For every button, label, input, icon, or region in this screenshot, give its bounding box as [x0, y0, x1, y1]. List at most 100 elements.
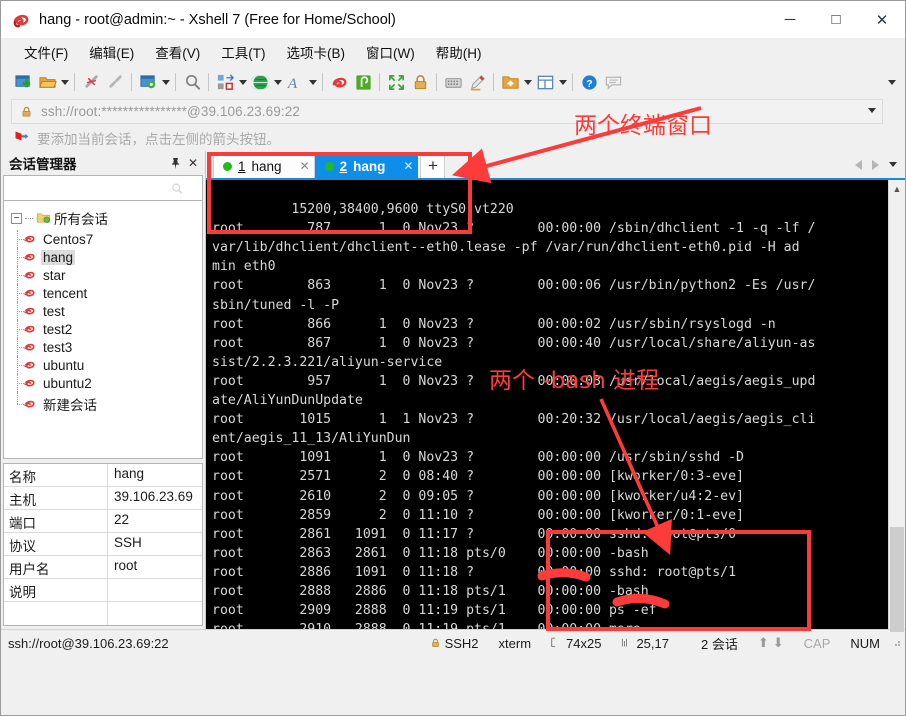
tab-session-2[interactable]: 2 hang ✕	[314, 153, 419, 178]
search-icon[interactable]	[180, 70, 204, 94]
property-key: 用户名	[4, 556, 108, 578]
session-item-test[interactable]: test	[4, 302, 202, 320]
session-item-Centos7[interactable]: Centos7	[4, 230, 202, 248]
file-transfer-icon[interactable]	[213, 70, 237, 94]
session-properties-icon[interactable]	[136, 70, 160, 94]
menu-view[interactable]: 查看(V)	[146, 38, 209, 66]
property-value[interactable]: root	[108, 556, 202, 578]
collapse-icon[interactable]: −	[11, 212, 22, 224]
toolbar-separator	[379, 73, 380, 91]
address-bar[interactable]: ssh://root:****************@39.106.23.69…	[11, 99, 883, 124]
font-icon[interactable]: A	[283, 70, 307, 94]
property-value[interactable]: 22	[108, 510, 202, 532]
lock-icon[interactable]	[408, 70, 432, 94]
toolbar-separator	[131, 73, 132, 91]
session-item-label: Centos7	[43, 231, 94, 247]
tree-root-all-sessions[interactable]: − 所有会话	[4, 206, 202, 230]
menu-file[interactable]: 文件(F)	[15, 38, 77, 66]
font-caret-icon[interactable]	[307, 70, 318, 94]
tab-scroll-left-icon[interactable]	[855, 159, 862, 170]
minimize-button[interactable]: ─	[767, 1, 813, 38]
tab-2-close-icon[interactable]: ✕	[403, 159, 413, 173]
menu-tabs[interactable]: 选项卡(B)	[278, 38, 355, 66]
pin-icon[interactable]	[167, 155, 183, 171]
arrow-up-icon: ⬆	[757, 635, 769, 650]
scrollbar-thumb[interactable]	[890, 527, 904, 632]
globe-caret-icon[interactable]	[272, 70, 283, 94]
toolbar-overflow-icon[interactable]	[885, 66, 899, 98]
connect-icon[interactable]	[103, 70, 127, 94]
terminal-scrollbar[interactable]: ▲ ▼	[888, 180, 905, 632]
resize-grip-icon[interactable]	[890, 636, 902, 651]
session-search-box[interactable]	[3, 175, 203, 201]
session-item-test3[interactable]: test3	[4, 338, 202, 356]
session-item-star[interactable]: star	[4, 266, 202, 284]
new-folder-caret-icon[interactable]	[522, 70, 533, 94]
property-value[interactable]	[108, 602, 202, 625]
property-value[interactable]	[108, 579, 202, 601]
maximize-button[interactable]: □	[813, 1, 859, 38]
property-value[interactable]: 39.106.23.69	[108, 487, 202, 509]
tab-1-label: hang	[251, 158, 282, 174]
xshell-icon[interactable]	[327, 70, 351, 94]
disconnect-icon[interactable]	[79, 70, 103, 94]
toolbar-separator	[493, 73, 494, 91]
comment-icon[interactable]	[601, 70, 625, 94]
session-item-ubuntu[interactable]: ubuntu	[4, 356, 202, 374]
session-search-input[interactable]	[10, 179, 196, 197]
hint-bar: 要添加当前会话，点击左侧的箭头按钮。	[1, 124, 905, 151]
property-key: 主机	[4, 487, 108, 509]
search-icon[interactable]	[170, 182, 184, 196]
layout-caret-icon[interactable]	[557, 70, 568, 94]
open-folder-icon[interactable]	[35, 70, 59, 94]
session-item-新建会话[interactable]: 新建会话	[4, 392, 202, 415]
session-item-tencent[interactable]: tencent	[4, 284, 202, 302]
session-item-label: hang	[41, 249, 76, 265]
menu-tools[interactable]: 工具(T)	[212, 38, 274, 66]
svg-text:A: A	[286, 75, 297, 92]
scroll-up-icon[interactable]: ▲	[889, 180, 905, 197]
status-terminal-type: xterm	[498, 635, 532, 651]
session-properties-caret-icon[interactable]	[160, 70, 171, 94]
session-item-label: ubuntu2	[43, 375, 92, 391]
keyboard-icon[interactable]	[441, 70, 465, 94]
session-item-test2[interactable]: test2	[4, 320, 202, 338]
tab-session-1[interactable]: 1 hang ✕	[213, 153, 315, 178]
session-item-hang[interactable]: hang	[4, 248, 202, 266]
globe-icon[interactable]	[248, 70, 272, 94]
session-item-label: test	[43, 303, 65, 319]
fullscreen-icon[interactable]	[384, 70, 408, 94]
address-caret-icon[interactable]	[868, 108, 876, 113]
tab-list-caret-icon[interactable]	[889, 162, 897, 167]
terminal-output[interactable]: 15200,38400,9600 ttyS0 vt220 root 787 1 …	[206, 180, 888, 629]
menu-help[interactable]: 帮助(H)	[427, 38, 491, 66]
new-folder-icon[interactable]	[498, 70, 522, 94]
tab-scroll-right-icon[interactable]	[872, 159, 879, 170]
scrollbar-track[interactable]	[889, 197, 905, 632]
xftp-icon[interactable]	[351, 70, 375, 94]
status-num-indicator: NUM	[850, 635, 880, 651]
file-transfer-caret-icon[interactable]	[237, 70, 248, 94]
session-item-ubuntu2[interactable]: ubuntu2	[4, 374, 202, 392]
session-item-label: tencent	[43, 285, 88, 301]
tab-2-label: hang	[353, 158, 386, 174]
property-value[interactable]: SSH	[108, 533, 202, 555]
window-controls: ─ □ ✕	[767, 1, 905, 38]
menu-edit[interactable]: 编辑(E)	[80, 38, 143, 66]
open-folder-caret-icon[interactable]	[59, 70, 70, 94]
close-panel-icon[interactable]: ✕	[185, 155, 201, 171]
highlight-pen-icon[interactable]	[465, 70, 489, 94]
menu-window[interactable]: 窗口(W)	[357, 38, 424, 66]
help-icon[interactable]: ?	[577, 70, 601, 94]
tree-root-label: 所有会话	[54, 212, 108, 227]
layout-icon[interactable]	[533, 70, 557, 94]
new-tab-button[interactable]: +	[420, 153, 446, 178]
tab-1-close-icon[interactable]: ✕	[300, 159, 310, 173]
toolbar-separator	[436, 73, 437, 91]
session-tree[interactable]: − 所有会话 Centos7 hang star tencent test te…	[3, 201, 203, 459]
new-session-icon[interactable]	[11, 70, 35, 94]
property-value[interactable]: hang	[108, 464, 202, 486]
svg-text:?: ?	[586, 78, 592, 89]
close-button[interactable]: ✕	[859, 1, 905, 38]
cursor-position-icon	[622, 638, 628, 647]
